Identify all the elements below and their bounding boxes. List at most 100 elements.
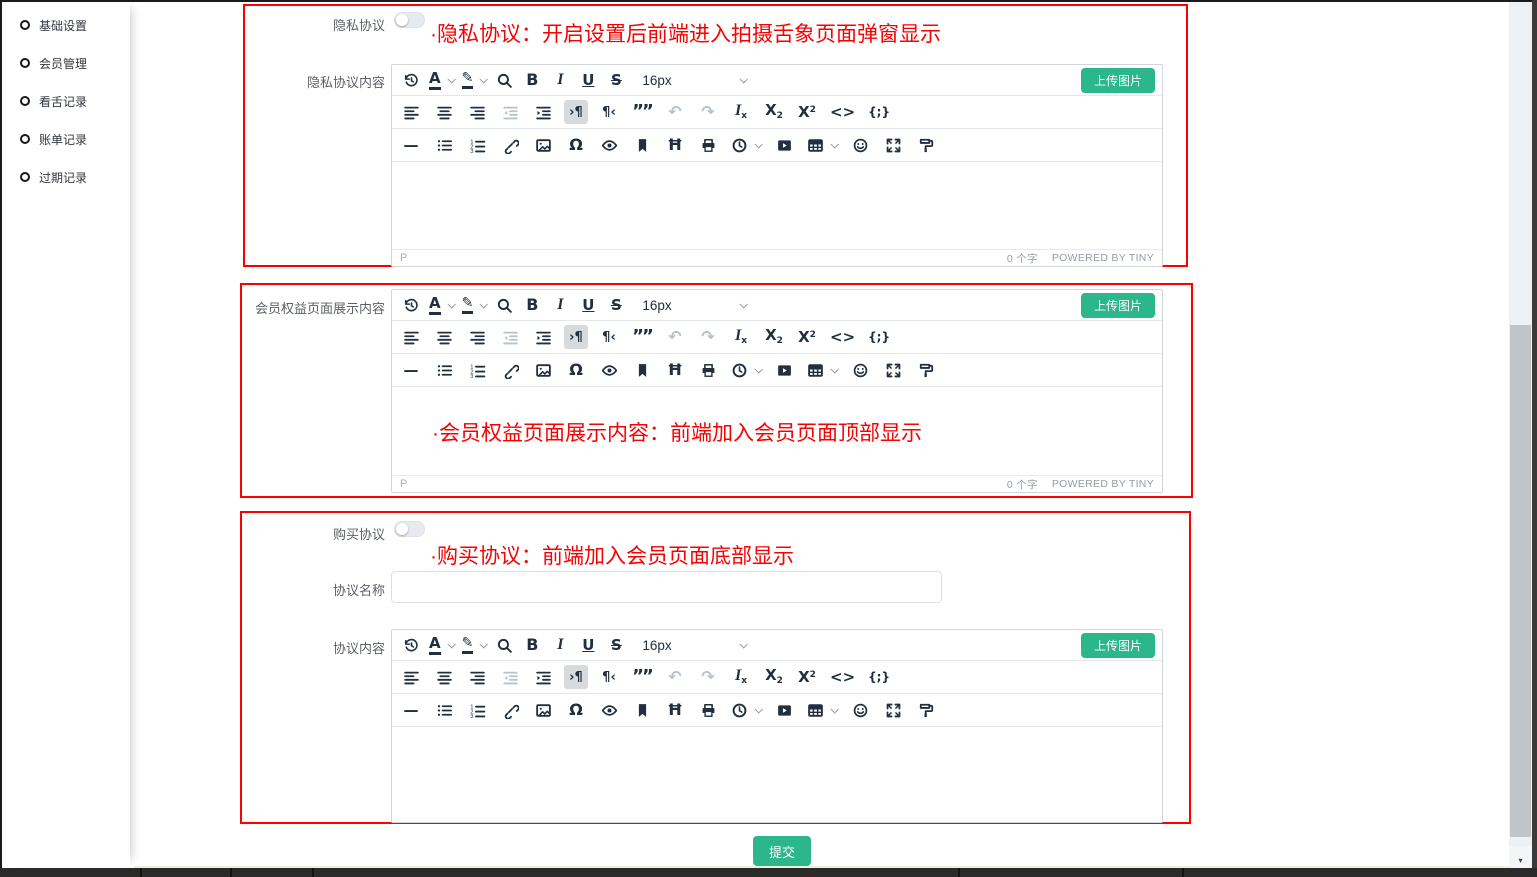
format-painter-button[interactable] — [914, 358, 938, 382]
link-button[interactable] — [498, 698, 522, 722]
strikethrough-button[interactable]: S — [604, 68, 628, 92]
submit-button[interactable]: 提交 — [753, 836, 811, 866]
page-break-button[interactable]: Ħ — [663, 698, 687, 722]
code-button[interactable]: <> — [828, 100, 857, 124]
rtl-button[interactable]: ¶‹ — [597, 325, 621, 349]
align-left-button[interactable] — [399, 325, 423, 349]
hr-button[interactable]: — — [399, 358, 423, 382]
bold-button[interactable]: B — [520, 633, 544, 657]
special-char-button[interactable]: Ω — [564, 698, 588, 722]
subscript-button[interactable]: X2 — [762, 100, 786, 124]
search-button[interactable] — [492, 633, 516, 657]
align-left-button[interactable] — [399, 100, 423, 124]
text-color-button[interactable]: A — [427, 633, 456, 657]
preview-button[interactable] — [597, 133, 621, 157]
indent-button[interactable] — [531, 325, 555, 349]
insert-datetime-button[interactable] — [729, 358, 763, 382]
list-ul-button[interactable] — [432, 133, 456, 157]
align-right-button[interactable] — [465, 325, 489, 349]
scrollbar-down-arrow-icon[interactable]: ▾ — [1509, 846, 1532, 868]
align-right-button[interactable] — [465, 100, 489, 124]
italic-button[interactable]: I — [548, 68, 572, 92]
search-button[interactable] — [492, 68, 516, 92]
indent-button[interactable] — [531, 665, 555, 689]
align-center-button[interactable] — [432, 100, 456, 124]
italic-button[interactable]: I — [548, 633, 572, 657]
format-painter-button[interactable] — [914, 698, 938, 722]
image-button[interactable] — [531, 358, 555, 382]
list-ol-button[interactable]: 123 — [465, 358, 489, 382]
emoji-button[interactable] — [848, 358, 872, 382]
page-break-button[interactable]: Ħ — [663, 133, 687, 157]
superscript-button[interactable]: X2 — [795, 325, 819, 349]
bookmark-button[interactable] — [630, 133, 654, 157]
text-color-button[interactable]: A — [427, 68, 456, 92]
bookmark-button[interactable] — [630, 358, 654, 382]
upload-image-button[interactable]: 上传图片 — [1081, 293, 1155, 318]
print-button[interactable] — [696, 133, 720, 157]
blockquote-button[interactable]: ”” — [630, 325, 654, 349]
underline-button[interactable]: U — [576, 633, 600, 657]
media-button[interactable] — [772, 133, 796, 157]
sidebar-item-3[interactable]: 账单记录 — [20, 128, 130, 150]
strikethrough-button[interactable]: S — [604, 633, 628, 657]
privacy-toggle[interactable] — [394, 12, 425, 28]
bookmark-button[interactable] — [630, 698, 654, 722]
rtl-button[interactable]: ¶‹ — [597, 100, 621, 124]
page-break-button[interactable]: Ħ — [663, 358, 687, 382]
clear-format-button[interactable]: Ix — [729, 325, 753, 349]
insert-datetime-button[interactable] — [729, 698, 763, 722]
hr-button[interactable]: — — [399, 698, 423, 722]
sidebar-item-1[interactable]: 会员管理 — [20, 52, 130, 74]
blockquote-button[interactable]: ”” — [630, 665, 654, 689]
preview-button[interactable] — [597, 358, 621, 382]
special-char-button[interactable]: Ω — [564, 358, 588, 382]
font-size-select[interactable]: 16px — [642, 638, 746, 653]
code-button[interactable]: <> — [828, 665, 857, 689]
bold-button[interactable]: B — [520, 293, 544, 317]
code-sample-button[interactable]: {;} — [866, 665, 892, 689]
align-center-button[interactable] — [432, 325, 456, 349]
table-button[interactable] — [805, 358, 839, 382]
clear-format-button[interactable]: Ix — [729, 100, 753, 124]
emoji-button[interactable] — [848, 133, 872, 157]
superscript-button[interactable]: X2 — [795, 665, 819, 689]
superscript-button[interactable]: X2 — [795, 100, 819, 124]
align-center-button[interactable] — [432, 665, 456, 689]
code-button[interactable]: <> — [828, 325, 857, 349]
list-ol-button[interactable]: 123 — [465, 698, 489, 722]
search-button[interactable] — [492, 293, 516, 317]
blockquote-button[interactable]: ”” — [630, 100, 654, 124]
font-size-select[interactable]: 16px — [642, 298, 746, 313]
image-button[interactable] — [531, 133, 555, 157]
subscript-button[interactable]: X2 — [762, 665, 786, 689]
print-button[interactable] — [696, 358, 720, 382]
restore-draft-button[interactable] — [399, 293, 423, 317]
text-color-button[interactable]: A — [427, 293, 456, 317]
highlight-button[interactable]: ✎ — [460, 68, 489, 92]
print-button[interactable] — [696, 698, 720, 722]
upload-image-button[interactable]: 上传图片 — [1081, 633, 1155, 658]
format-painter-button[interactable] — [914, 133, 938, 157]
insert-datetime-button[interactable] — [729, 133, 763, 157]
highlight-button[interactable]: ✎ — [460, 633, 489, 657]
editor-content-area[interactable] — [392, 162, 1162, 249]
emoji-button[interactable] — [848, 698, 872, 722]
hr-button[interactable]: — — [399, 133, 423, 157]
underline-button[interactable]: U — [576, 68, 600, 92]
image-button[interactable] — [531, 698, 555, 722]
fullscreen-button[interactable] — [881, 358, 905, 382]
code-sample-button[interactable]: {;} — [866, 325, 892, 349]
fullscreen-button[interactable] — [881, 698, 905, 722]
special-char-button[interactable]: Ω — [564, 133, 588, 157]
fullscreen-button[interactable] — [881, 133, 905, 157]
ltr-button[interactable]: ›¶ — [564, 665, 588, 689]
underline-button[interactable]: U — [576, 293, 600, 317]
sidebar-item-0[interactable]: 基础设置 — [20, 14, 130, 36]
list-ol-button[interactable]: 123 — [465, 133, 489, 157]
media-button[interactable] — [772, 358, 796, 382]
ltr-button[interactable]: ›¶ — [564, 100, 588, 124]
table-button[interactable] — [805, 698, 839, 722]
strikethrough-button[interactable]: S — [604, 293, 628, 317]
media-button[interactable] — [772, 698, 796, 722]
